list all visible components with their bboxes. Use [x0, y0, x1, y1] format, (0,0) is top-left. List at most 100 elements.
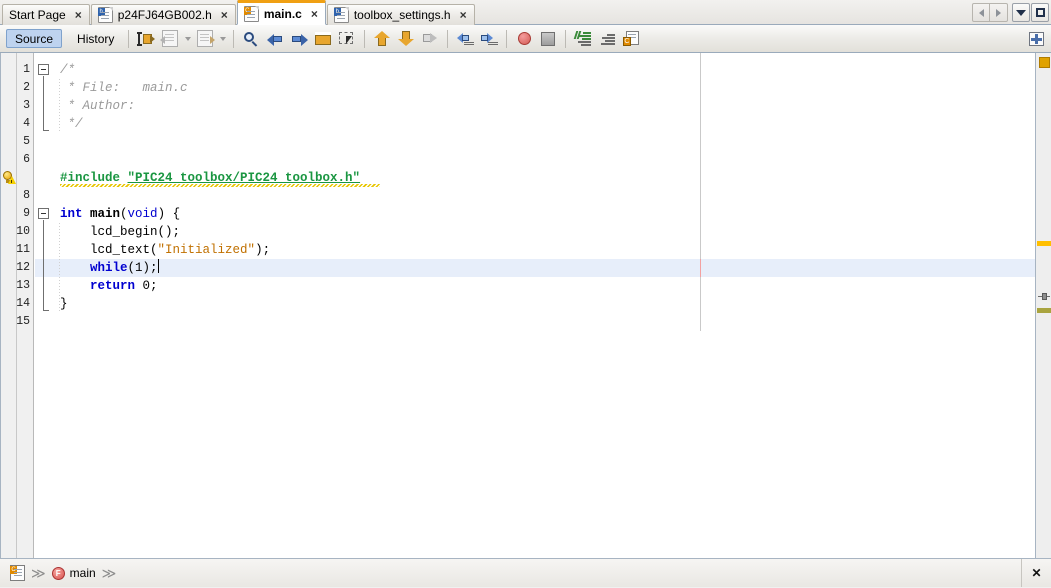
code-token: "PIC24_toolbox/PIC24_toolbox.h": [127, 171, 361, 185]
code-token: (1);: [127, 261, 158, 275]
back-button[interactable]: [159, 28, 181, 50]
code-line[interactable]: /*: [60, 61, 75, 79]
code-fold-toggle[interactable]: [38, 208, 49, 219]
last-edit-position-button[interactable]: [135, 28, 157, 50]
tab-close-button[interactable]: ×: [311, 8, 318, 20]
shift-line-right-button[interactable]: [478, 28, 500, 50]
toolbar-separator-3: [364, 29, 366, 48]
code-line[interactable]: while(1);: [60, 259, 159, 277]
code-line[interactable]: * File: main.c: [60, 79, 188, 97]
rectangular-selection-button[interactable]: [336, 28, 358, 50]
toolbar-separator: [128, 29, 130, 48]
record-icon: [517, 32, 531, 45]
comment-button[interactable]: [572, 28, 594, 50]
code-fold-gutter[interactable]: [35, 53, 53, 558]
error-summary-indicator[interactable]: [1039, 57, 1050, 68]
code-line[interactable]: lcd_begin();: [60, 223, 180, 241]
breadcrumb-function-label[interactable]: main: [70, 566, 96, 580]
warning-squiggle: [60, 184, 380, 187]
next-bookmark-button[interactable]: [288, 28, 310, 50]
line-number: 12: [16, 261, 30, 274]
toggle-bookmark-icon: [315, 31, 332, 46]
text-caret: [157, 259, 159, 273]
next-error-button[interactable]: [395, 28, 417, 50]
toggle-highlight-button[interactable]: [419, 28, 441, 50]
code-line[interactable]: */: [60, 115, 83, 133]
code-line[interactable]: }: [60, 295, 68, 313]
header-file-icon: h: [333, 7, 349, 23]
shift-line-left-icon: [456, 32, 474, 46]
shift-line-left-button[interactable]: [454, 28, 476, 50]
uncomment-button[interactable]: [596, 28, 618, 50]
code-token: );: [255, 243, 271, 257]
next-document-button[interactable]: [990, 3, 1008, 22]
code-line[interactable]: return 0;: [60, 277, 158, 295]
line-number: 2: [23, 81, 30, 94]
expand-editor-button[interactable]: [1025, 28, 1047, 50]
tab-label: Start Page: [9, 8, 66, 22]
code-line[interactable]: lcd_text("Initialized");: [60, 241, 270, 259]
chevron-down-icon: [1016, 9, 1026, 16]
code-fold-toggle[interactable]: [38, 64, 49, 75]
document-tab-start-page[interactable]: Start Page ×: [2, 4, 90, 25]
code-text-area[interactable]: /* * File: main.c * Author: */ #include "…: [53, 53, 1050, 558]
forward-button[interactable]: [194, 28, 216, 50]
close-status-bar-button[interactable]: ✕: [1021, 559, 1051, 587]
find-selection-button[interactable]: [240, 28, 262, 50]
line-number: 11: [16, 243, 30, 256]
maximize-window-button[interactable]: [1031, 3, 1049, 22]
annotation-scrollbar[interactable]: [1035, 53, 1051, 558]
c-file-icon[interactable]: C: [10, 565, 25, 581]
stop-macro-recording-button[interactable]: [537, 28, 559, 50]
tab-close-button[interactable]: ×: [221, 9, 228, 21]
indent-guide: [59, 223, 60, 311]
annotation-mark[interactable]: [1037, 308, 1051, 313]
right-margin-line: [700, 53, 701, 331]
code-token: void: [127, 207, 158, 221]
previous-error-icon: [374, 30, 391, 47]
line-number: 1: [23, 63, 30, 76]
document-tab-main-c[interactable]: Cmain.c ×: [236, 0, 326, 25]
inspect-button[interactable]: C: [620, 28, 642, 50]
start-macro-recording-button[interactable]: [513, 28, 535, 50]
tab-source[interactable]: Source: [6, 29, 63, 48]
line-number: 9: [23, 207, 30, 220]
annotation-mark[interactable]: [1037, 241, 1051, 246]
document-tab-p24fj64gb002-h[interactable]: h p24FJ64GB002.h ×: [90, 4, 236, 25]
rectangular-selection-icon: [339, 31, 355, 46]
code-fold-line: [43, 220, 44, 311]
code-token: lcd_text(: [60, 243, 158, 257]
document-list-button[interactable]: [1012, 3, 1030, 22]
line-number: 3: [23, 99, 30, 112]
back-dropdown[interactable]: [182, 28, 193, 50]
expand-editor-icon: [1028, 31, 1044, 46]
code-editor[interactable]: 123456789101112131415 /* * File: main.c …: [0, 53, 1051, 558]
maximize-icon: [1035, 8, 1045, 17]
tab-close-button[interactable]: ×: [460, 9, 467, 21]
previous-bookmark-button[interactable]: [264, 28, 286, 50]
previous-document-button[interactable]: [972, 3, 990, 22]
code-line[interactable]: int main(void) {: [60, 205, 180, 223]
line-number: 5: [23, 135, 30, 148]
current-line-highlight-gutter: [35, 259, 53, 277]
scrollbar-thumb[interactable]: [1038, 293, 1050, 300]
document-tab-toolbox-settings-h[interactable]: h toolbox_settings.h ×: [326, 4, 475, 25]
tab-label: p24FJ64GB002.h: [117, 8, 212, 22]
find-selection-icon: [243, 31, 259, 47]
indent-guide: [59, 79, 60, 131]
tab-history[interactable]: History: [68, 29, 123, 48]
code-line[interactable]: * Author:: [60, 97, 143, 115]
tab-close-button[interactable]: ×: [75, 9, 82, 21]
toggle-bookmark-button[interactable]: [312, 28, 334, 50]
line-number: 8: [23, 189, 30, 202]
uncomment-icon: [599, 32, 616, 46]
next-error-icon: [398, 30, 415, 47]
forward-dropdown[interactable]: [217, 28, 228, 50]
previous-error-button[interactable]: [371, 28, 393, 50]
code-token: * File: main.c: [60, 81, 188, 95]
code-token: "Initialized": [157, 243, 256, 257]
warning-hint-bulb-icon[interactable]: [2, 171, 16, 185]
toggle-highlight-icon: [422, 31, 438, 47]
